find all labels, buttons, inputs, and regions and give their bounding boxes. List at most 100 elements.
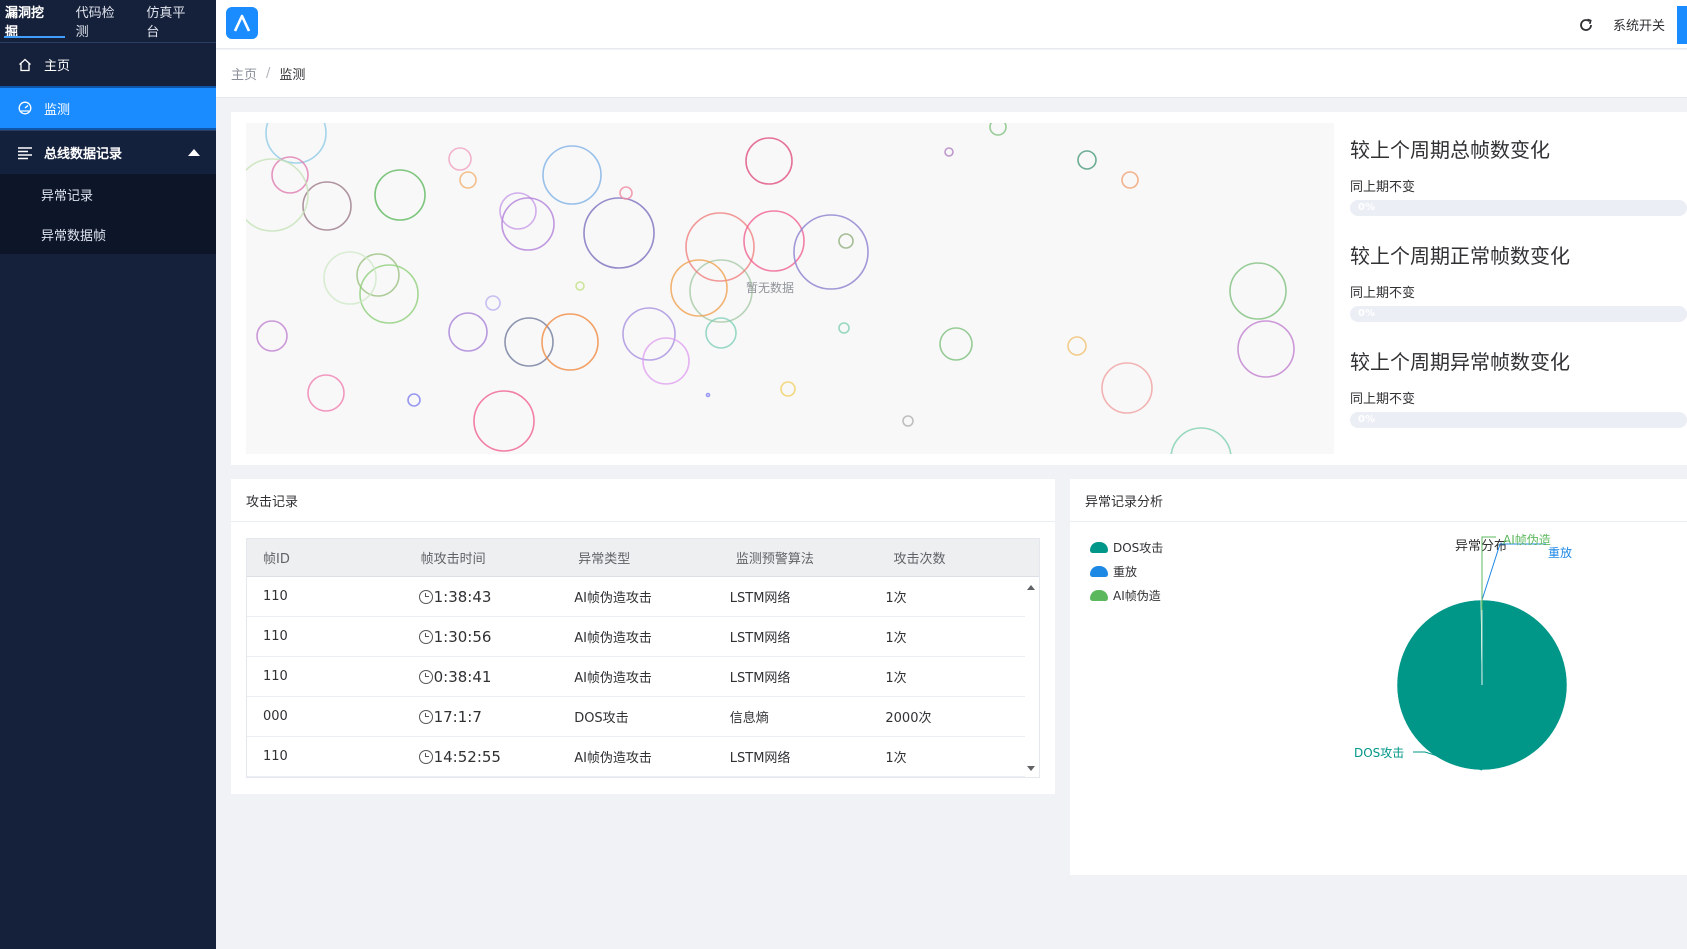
attack-records-card: 攻击记录 帧ID 帧攻击时间 异常类型 监测预警算法 攻击次数 110 1:38… [231,479,1055,794]
clock-icon [418,709,433,724]
bubble [642,337,690,385]
bubble [705,392,711,398]
bubble [256,320,288,352]
cell-time: 0:38:41 [403,668,559,686]
system-switch-button[interactable]: 系统开关 [1613,15,1665,34]
cell-count: 1次 [885,751,907,766]
cell-type: DOS攻击 [574,711,629,726]
bubble [619,186,633,200]
tab-vuln-mining[interactable]: 漏洞挖掘 [4,0,65,42]
sidebar-item-bus-records[interactable]: 总线数据记录 [0,130,216,174]
breadcrumb-home[interactable]: 主页 [231,64,257,83]
pie-label-replay: 重放 [1548,546,1573,560]
cell-type: AI帧伪造攻击 [574,631,652,646]
refresh-icon[interactable] [1577,16,1595,34]
scroll-up-icon[interactable] [1027,585,1035,590]
cell-time: 14:52:55 [403,748,559,766]
bubble [504,317,554,367]
table-row[interactable]: 110 1:38:43 AI帧伪造攻击 LSTM网络 1次 [247,577,1025,617]
clock-icon [418,589,433,604]
sidebar-subitem-anomaly-records[interactable]: 异常记录 [0,174,216,214]
card-title: 攻击记录 [231,479,1055,522]
cell-frame-id: 000 [263,709,288,724]
top-header: 系统开关 [216,0,1687,49]
bubble [793,214,869,290]
bubble [1077,150,1097,170]
bubble [485,295,501,311]
bubble [944,147,954,157]
sidebar-item-home[interactable]: 主页 [0,42,216,86]
bubble [1067,336,1087,356]
progress-bar: 0% [1350,412,1687,428]
bubble [448,312,488,352]
bubble [473,390,535,452]
stat-subtitle: 同上期不变 [1350,286,1416,301]
bubble [838,233,854,249]
bubble [583,197,655,269]
sidebar-subitem-anomaly-frames[interactable]: 异常数据帧 [0,214,216,254]
sidebar-item-monitor[interactable]: 监测 [0,86,216,130]
bubble [501,197,555,251]
bubble [939,327,973,361]
bubble [1101,362,1153,414]
stat-title: 较上个周期正常帧数变化 [1350,244,1570,268]
list-icon [16,146,34,160]
home-icon [16,58,34,72]
bubble [1237,320,1295,378]
cell-algorithm: LSTM网络 [729,591,791,606]
cell-type: AI帧伪造攻击 [574,751,652,766]
column-header: 异常类型 [578,552,631,567]
tab-code-check[interactable]: 代码检测 [75,0,136,42]
sidebar-item-label: 监测 [44,102,71,118]
table-row[interactable]: 000 17:1:7 DOS攻击 信息熵 2000次 [247,697,1025,737]
bubble [459,171,477,189]
bubble [575,281,585,291]
progress-text: 0% [1358,202,1375,213]
scroll-down-icon[interactable] [1027,766,1035,771]
progress-bar: 0% [1350,306,1687,322]
table-header: 帧ID 帧攻击时间 异常类型 监测预警算法 攻击次数 [247,539,1039,577]
pie-label-ai-forge: AI帧伪造 [1503,533,1551,547]
time-text: 0:38:41 [433,667,492,686]
attack-table: 帧ID 帧攻击时间 异常类型 监测预警算法 攻击次数 110 1:38:43 A… [246,538,1040,778]
top-tabs: 漏洞挖掘 代码检测 仿真平台 [0,0,216,42]
logo-icon[interactable] [226,7,258,39]
table-scrollbar[interactable] [1023,577,1039,777]
breadcrumb-current: 监测 [279,68,306,83]
breadcrumb-separator: / [266,66,271,81]
cell-frame-id: 110 [263,669,288,684]
bubble [323,251,377,305]
bubble [838,322,850,334]
stat-title: 较上个周期总帧数变化 [1350,138,1550,162]
bubble [1121,171,1139,189]
cell-algorithm: LSTM网络 [729,671,791,686]
tab-simulation[interactable]: 仿真平台 [145,0,206,42]
time-text: 17:1:7 [433,707,482,726]
bubble [307,374,345,412]
sidebar: 漏洞挖掘 代码检测 仿真平台 主页 监测 总线数据记录 异常记录 异常数据帧 [0,0,216,949]
cell-frame-id: 110 [263,749,288,764]
bubble [265,123,327,164]
anomaly-analysis-card: 异常记录分析 DOS攻击 重放 AI帧伪造 异常分布 AI帧伪造 重放 DOS攻… [1070,479,1687,875]
table-row[interactable]: 110 0:38:41 AI帧伪造攻击 LSTM网络 1次 [247,657,1025,697]
column-header: 帧攻击时间 [420,552,486,567]
stat-normal-frames: 较上个周期正常帧数变化 同上期不变 0% [1350,240,1687,346]
table-row[interactable]: 110 14:52:55 AI帧伪造攻击 LSTM网络 1次 [247,737,1025,777]
bubble [448,147,472,171]
cell-type: AI帧伪造攻击 [574,591,652,606]
table-row[interactable]: 110 1:30:56 AI帧伪造攻击 LSTM网络 1次 [247,617,1025,657]
no-data-text: 暂无数据 [746,281,795,295]
bubble-chart: 暂无数据 [246,123,1334,454]
overview-panel: 暂无数据 较上个周期总帧数变化 同上期不变 0% 较上个周期正常帧数变化 同上期… [231,112,1687,465]
bubble [356,253,400,297]
cell-algorithm: LSTM网络 [729,631,791,646]
bubble [780,381,796,397]
stat-subtitle: 同上期不变 [1350,392,1416,407]
stats-list: 较上个周期总帧数变化 同上期不变 0% 较上个周期正常帧数变化 同上期不变 0%… [1350,134,1687,452]
bubble [541,313,599,371]
progress-text: 0% [1358,308,1375,319]
breadcrumb: 主页 / 监测 [216,50,1687,98]
bubble [374,169,426,221]
bubble [407,393,421,407]
bubble [689,259,753,323]
